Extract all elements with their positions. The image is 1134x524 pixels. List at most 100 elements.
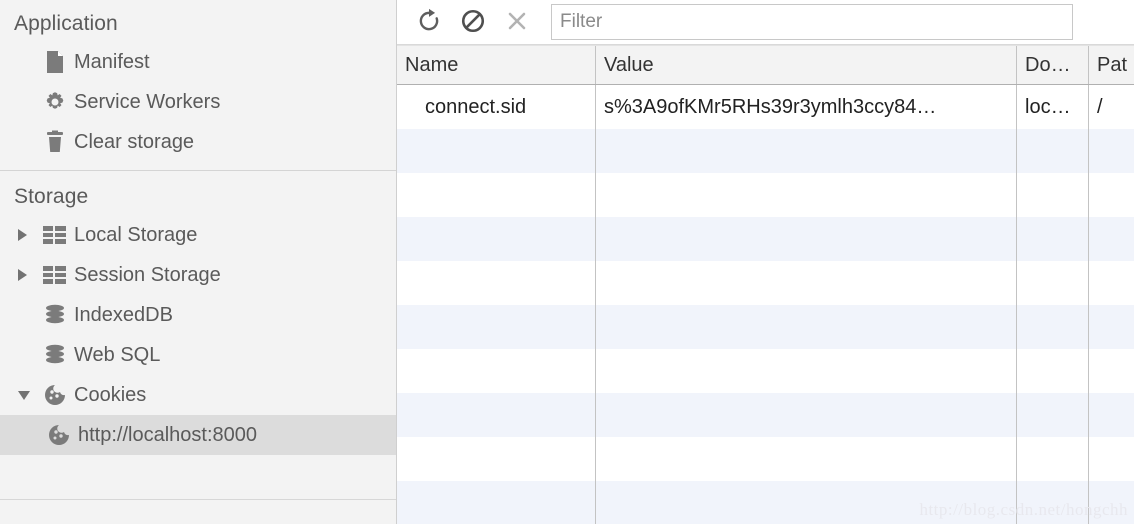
sidebar-item-service-workers[interactable]: Service Workers xyxy=(0,82,396,122)
table-cell-path[interactable] xyxy=(1089,349,1134,393)
section-title-storage: Storage xyxy=(14,185,89,208)
table-cell-name[interactable] xyxy=(397,129,596,173)
table-cell-dom[interactable] xyxy=(1017,129,1089,173)
table-cell-path[interactable] xyxy=(1089,393,1134,437)
refresh-icon xyxy=(416,8,442,37)
cookie-icon xyxy=(40,383,70,407)
gear-icon xyxy=(40,90,70,114)
table-cell-value[interactable] xyxy=(596,217,1017,261)
table-cell-value[interactable] xyxy=(596,349,1017,393)
table-row[interactable] xyxy=(397,261,1134,305)
table-body: connect.sid s%3A9ofKMr5RHs39r3ymlh3ccy84…… xyxy=(397,85,1134,524)
sidebar-item-label: Clear storage xyxy=(74,130,195,153)
clear-all-button[interactable] xyxy=(451,3,495,41)
chevron-right-icon[interactable] xyxy=(18,269,40,281)
table-header-row: Name Value Do… Pat xyxy=(397,45,1134,85)
table-row[interactable] xyxy=(397,393,1134,437)
table-cell-dom[interactable] xyxy=(1017,173,1089,217)
table-cell-path[interactable] xyxy=(1089,173,1134,217)
devtools-application-panel: Application Manifest Service Workers Cle… xyxy=(0,0,1134,524)
column-header-domain[interactable]: Do… xyxy=(1017,46,1089,84)
table-cell-dom[interactable] xyxy=(1017,437,1089,481)
table-cell-value[interactable] xyxy=(596,305,1017,349)
sidebar-item-cookie-origin[interactable]: http://localhost:8000 xyxy=(0,415,396,455)
sidebar-item-web-sql[interactable]: Web SQL xyxy=(0,335,396,375)
table-cell-value[interactable] xyxy=(596,481,1017,524)
table-row[interactable] xyxy=(397,437,1134,481)
table-cell-value[interactable]: s%3A9ofKMr5RHs39r3ymlh3ccy84… xyxy=(596,85,1017,129)
chevron-right-icon[interactable] xyxy=(18,229,40,241)
cookie-icon xyxy=(44,423,74,447)
table-cell-path[interactable] xyxy=(1089,481,1134,524)
sidebar-section-storage: Storage Local Storage Session Storage In… xyxy=(0,173,396,455)
table-cell-name[interactable] xyxy=(397,481,596,524)
sidebar-item-label: Manifest xyxy=(74,50,150,73)
table-cell-name[interactable] xyxy=(397,349,596,393)
table-cell-value[interactable] xyxy=(596,129,1017,173)
clear-all-icon xyxy=(460,8,486,37)
table-cell-name[interactable] xyxy=(397,437,596,481)
database-icon xyxy=(40,344,70,366)
sidebar-item-label: Local Storage xyxy=(74,223,198,246)
sidebar-bottom-divider xyxy=(0,499,396,500)
table-row[interactable]: connect.sid s%3A9ofKMr5RHs39r3ymlh3ccy84…… xyxy=(397,85,1134,129)
refresh-button[interactable] xyxy=(407,3,451,41)
table-cell-value[interactable] xyxy=(596,437,1017,481)
sidebar-divider xyxy=(0,170,396,171)
table-cell-path[interactable] xyxy=(1089,261,1134,305)
sidebar-item-label: http://localhost:8000 xyxy=(78,423,258,446)
sidebar-item-indexeddb[interactable]: IndexedDB xyxy=(0,295,396,335)
table-cell-name[interactable] xyxy=(397,217,596,261)
table-cell-path[interactable] xyxy=(1089,305,1134,349)
cookies-toolbar xyxy=(397,0,1134,45)
table-cell-dom[interactable] xyxy=(1017,393,1089,437)
table-row[interactable] xyxy=(397,481,1134,524)
sidebar-item-clear-storage[interactable]: Clear storage xyxy=(0,122,396,162)
database-icon xyxy=(40,304,70,326)
sidebar-section-application: Application Manifest Service Workers Cle… xyxy=(0,0,396,162)
sidebar-item-label: Cookies xyxy=(74,383,147,406)
table-cell-value[interactable] xyxy=(596,261,1017,305)
table-cell-dom[interactable] xyxy=(1017,481,1089,524)
section-title-application: Application xyxy=(14,12,118,35)
table-cell-dom[interactable] xyxy=(1017,217,1089,261)
table-cell-path[interactable] xyxy=(1089,129,1134,173)
table-row[interactable] xyxy=(397,129,1134,173)
column-header-path[interactable]: Pat xyxy=(1089,46,1134,84)
column-header-name[interactable]: Name xyxy=(397,46,596,84)
column-header-value[interactable]: Value xyxy=(596,46,1017,84)
sidebar-item-session-storage[interactable]: Session Storage xyxy=(0,255,396,295)
table-row[interactable] xyxy=(397,349,1134,393)
close-icon xyxy=(505,9,529,36)
table-cell-name[interactable]: connect.sid xyxy=(397,85,596,129)
table-cell-path[interactable] xyxy=(1089,437,1134,481)
table-row[interactable] xyxy=(397,173,1134,217)
table-cell-name[interactable] xyxy=(397,261,596,305)
trash-icon xyxy=(40,130,70,154)
table-row[interactable] xyxy=(397,305,1134,349)
sidebar-item-cookies[interactable]: Cookies xyxy=(0,375,396,415)
sidebar-item-manifest[interactable]: Manifest xyxy=(0,42,396,82)
cookies-panel: Name Value Do… Pat connect.sids%3A9ofKMr… xyxy=(397,0,1134,524)
table-icon xyxy=(40,265,70,285)
table-cell-name[interactable] xyxy=(397,305,596,349)
table-cell-dom[interactable] xyxy=(1017,349,1089,393)
table-cell-value[interactable] xyxy=(596,173,1017,217)
application-sidebar: Application Manifest Service Workers Cle… xyxy=(0,0,397,524)
table-cell-name[interactable] xyxy=(397,173,596,217)
table-cell-value[interactable] xyxy=(596,393,1017,437)
table-icon xyxy=(40,225,70,245)
sidebar-item-local-storage[interactable]: Local Storage xyxy=(0,215,396,255)
chevron-down-icon[interactable] xyxy=(18,390,40,400)
clear-filter-button[interactable] xyxy=(495,3,539,41)
filter-input[interactable] xyxy=(551,4,1073,40)
table-cell-dom[interactable] xyxy=(1017,261,1089,305)
table-cell-path[interactable]: / xyxy=(1089,85,1134,129)
sidebar-item-label: Service Workers xyxy=(74,90,221,113)
table-cell-dom[interactable]: loc… xyxy=(1017,85,1089,129)
table-row[interactable] xyxy=(397,217,1134,261)
table-cell-path[interactable] xyxy=(1089,217,1134,261)
sidebar-item-label: Session Storage xyxy=(74,263,221,286)
table-cell-dom[interactable] xyxy=(1017,305,1089,349)
table-cell-name[interactable] xyxy=(397,393,596,437)
